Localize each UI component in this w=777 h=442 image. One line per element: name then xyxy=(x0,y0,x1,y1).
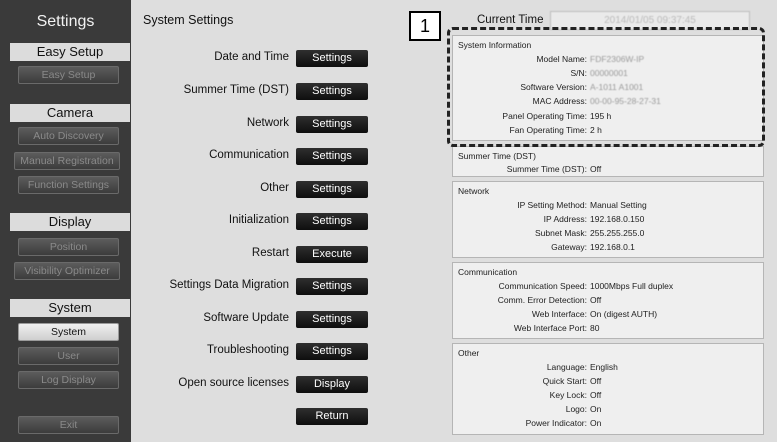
app-title: Settings xyxy=(36,13,95,30)
info-value: English xyxy=(590,362,618,372)
row-label-open-source-licenses: Open source licenses xyxy=(178,377,289,389)
row-label-restart: Restart xyxy=(251,247,289,259)
info-value: 80 xyxy=(590,323,600,333)
row-label-date-and-time: Date and Time xyxy=(214,51,289,63)
info-key: Comm. Error Detection: xyxy=(497,295,587,305)
info-key: Subnet Mask: xyxy=(535,228,587,238)
info-row: Gateway: 192.168.0.1 xyxy=(453,242,765,255)
callout-number: 1 xyxy=(409,11,441,41)
info-row: IP Address: 192.168.0.150 xyxy=(453,214,765,227)
callout-highlight-box xyxy=(447,27,765,147)
nav-manual-registration-button[interactable]: Manual Registration xyxy=(14,152,120,170)
info-key: Gateway: xyxy=(551,242,587,252)
row-label-network: Network xyxy=(246,117,289,129)
summer-time-panel: Summer Time (DST) Summer Time (DST): Off xyxy=(452,146,764,177)
nav-log-display-button[interactable]: Log Display xyxy=(18,371,119,389)
initialization-settings-button[interactable]: Settings xyxy=(296,213,368,230)
info-key: Web Interface: xyxy=(531,309,587,319)
software-update-settings-button[interactable]: Settings xyxy=(296,311,368,328)
info-value: On (digest AUTH) xyxy=(590,309,658,319)
info-key: IP Setting Method: xyxy=(517,200,587,210)
info-row: Subnet Mask: 255.255.255.0 xyxy=(453,228,765,241)
panel-title: Communication xyxy=(458,267,518,277)
info-value: 1000Mbps Full duplex xyxy=(590,281,674,291)
info-row: Language: English xyxy=(453,362,765,375)
panel-title: Network xyxy=(458,186,490,196)
communication-settings-button[interactable]: Settings xyxy=(296,148,368,165)
info-value: 192.168.0.150 xyxy=(590,214,645,224)
info-key: Logo: xyxy=(565,404,587,414)
row-label-settings-data-migration: Settings Data Migration xyxy=(169,279,289,291)
info-key: Communication Speed: xyxy=(498,281,587,291)
info-value: Off xyxy=(590,376,602,386)
network-panel: Network IP Setting Method: Manual Settin… xyxy=(452,181,764,258)
nav-system-button[interactable]: System xyxy=(18,323,119,341)
info-value: Manual Setting xyxy=(590,200,647,210)
nav-user-button[interactable]: User xyxy=(18,347,119,365)
info-key: Quick Start: xyxy=(542,376,587,386)
info-row: Summer Time (DST): Off xyxy=(453,164,765,177)
troubleshooting-settings-button[interactable]: Settings xyxy=(296,343,368,360)
row-label-other: Other xyxy=(260,182,289,194)
main-content: System Settings Date and Time Settings S… xyxy=(131,0,777,442)
section-header-camera: Camera xyxy=(10,104,130,122)
settings-data-migration-button[interactable]: Settings xyxy=(296,278,368,295)
info-value: On xyxy=(590,418,602,428)
section-header-easy-setup: Easy Setup xyxy=(10,43,130,61)
row-label-troubleshooting: Troubleshooting xyxy=(206,344,289,356)
other-settings-button[interactable]: Settings xyxy=(296,181,368,198)
info-key: Power Indicator: xyxy=(525,418,587,428)
current-time-label: Current Time xyxy=(477,14,544,26)
info-row: Key Lock: Off xyxy=(453,390,765,403)
info-key: IP Address: xyxy=(543,214,587,224)
date-and-time-settings-button[interactable]: Settings xyxy=(296,50,368,67)
row-label-summer-time: Summer Time (DST) xyxy=(183,84,289,96)
section-header-display: Display xyxy=(10,213,130,231)
restart-execute-button[interactable]: Execute xyxy=(296,246,368,263)
page-title: System Settings xyxy=(143,13,234,27)
info-key: Language: xyxy=(546,362,587,372)
sidebar: Settings Easy Setup Easy Setup Camera Au… xyxy=(0,0,131,442)
info-value: Off xyxy=(590,164,602,174)
nav-function-settings-button[interactable]: Function Settings xyxy=(18,176,119,194)
info-value: Off xyxy=(590,295,602,305)
info-row: Communication Speed: 1000Mbps Full duple… xyxy=(453,281,765,294)
open-source-licenses-display-button[interactable]: Display xyxy=(296,376,368,393)
nav-easy-setup-button[interactable]: Easy Setup xyxy=(18,66,119,84)
network-settings-button[interactable]: Settings xyxy=(296,116,368,133)
nav-auto-discovery-button[interactable]: Auto Discovery xyxy=(18,127,119,145)
panel-title: Other xyxy=(458,348,480,358)
info-value: 192.168.0.1 xyxy=(590,242,635,252)
other-panel: Other Language: English Quick Start: Off… xyxy=(452,343,764,435)
info-key: Summer Time (DST): xyxy=(506,164,587,174)
info-row: Web Interface Port: 80 xyxy=(453,323,765,336)
section-header-system: System xyxy=(10,299,130,317)
info-row: Power Indicator: On xyxy=(453,418,765,431)
info-row: Web Interface: On (digest AUTH) xyxy=(453,309,765,322)
info-value: On xyxy=(590,404,602,414)
row-label-software-update: Software Update xyxy=(203,312,289,324)
info-row: Comm. Error Detection: Off xyxy=(453,295,765,308)
info-value: Off xyxy=(590,390,602,400)
row-label-communication: Communication xyxy=(209,149,289,161)
row-label-initialization: Initialization xyxy=(228,214,289,226)
info-key: Key Lock: xyxy=(549,390,587,400)
communication-panel: Communication Communication Speed: 1000M… xyxy=(452,262,764,339)
info-value: 255.255.255.0 xyxy=(590,228,645,238)
info-key: Web Interface Port: xyxy=(513,323,587,333)
nav-position-button[interactable]: Position xyxy=(18,238,119,256)
panel-title: Summer Time (DST) xyxy=(458,151,536,161)
nav-visibility-optimizer-button[interactable]: Visibility Optimizer xyxy=(14,262,120,280)
info-row: Logo: On xyxy=(453,404,765,417)
return-button[interactable]: Return xyxy=(296,408,368,425)
info-row: IP Setting Method: Manual Setting xyxy=(453,200,765,213)
info-row: Quick Start: Off xyxy=(453,376,765,389)
exit-button[interactable]: Exit xyxy=(18,416,119,434)
summer-time-settings-button[interactable]: Settings xyxy=(296,83,368,100)
